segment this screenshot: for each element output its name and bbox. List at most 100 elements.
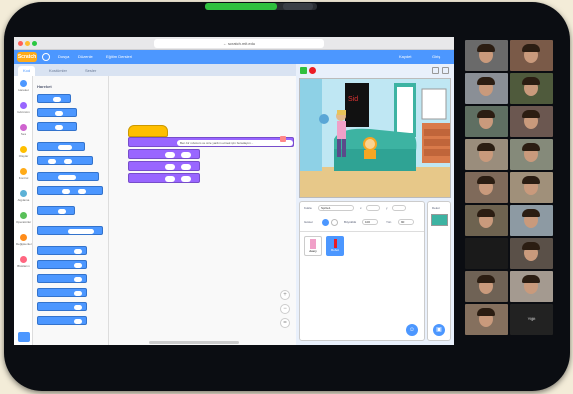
category-0[interactable]: Hareket bbox=[16, 80, 31, 97]
category-label: Görünüm bbox=[17, 110, 30, 114]
sprite-name-input[interactable]: Sprite1 bbox=[318, 205, 354, 211]
participant-video-tile[interactable] bbox=[510, 40, 553, 71]
participant-hair bbox=[477, 275, 495, 283]
address-bar[interactable]: ← scratch.mit.edu bbox=[154, 39, 324, 48]
stage-canvas[interactable]: Sid bbox=[299, 78, 451, 198]
participant-video-tile[interactable] bbox=[510, 205, 553, 236]
menu-save[interactable]: Kaydet bbox=[399, 54, 411, 60]
palette-block[interactable] bbox=[37, 288, 87, 297]
palette-block[interactable] bbox=[37, 122, 77, 131]
stop-share-button[interactable] bbox=[283, 3, 313, 10]
participant-video-tile[interactable] bbox=[465, 73, 508, 104]
zoom-in-button[interactable]: + bbox=[280, 290, 290, 300]
fullscreen-icon[interactable] bbox=[442, 67, 449, 74]
menu-file[interactable]: Dosya bbox=[58, 54, 69, 60]
participant-video-tile[interactable] bbox=[510, 106, 553, 137]
say-text-field[interactable]: Ben bir robotum ve size yardım etmek içi… bbox=[177, 140, 293, 146]
y-input[interactable] bbox=[392, 205, 406, 211]
participant-video-tile[interactable] bbox=[465, 40, 508, 71]
tab-code[interactable]: Kod bbox=[18, 66, 36, 76]
participant-video-tile[interactable] bbox=[510, 73, 553, 104]
category-1[interactable]: Görünüm bbox=[16, 102, 31, 119]
small-stage-icon[interactable] bbox=[432, 67, 439, 74]
category-label: Olaylar bbox=[18, 154, 29, 158]
participant-video-tile[interactable] bbox=[465, 172, 508, 203]
palette-block[interactable] bbox=[37, 186, 103, 195]
add-extension-button[interactable] bbox=[18, 332, 30, 342]
show-visible-icon[interactable] bbox=[322, 219, 329, 226]
category-dot-icon bbox=[20, 102, 27, 109]
palette-block[interactable] bbox=[37, 172, 99, 181]
participant-video-tile[interactable] bbox=[465, 304, 508, 335]
say-block[interactable]: Ben bir robotum ve size yardım etmek içi… bbox=[128, 137, 294, 147]
participant-video-tile[interactable] bbox=[465, 106, 508, 137]
direction-input[interactable]: 90 bbox=[398, 219, 414, 225]
participant-hair bbox=[477, 77, 495, 85]
palette-block[interactable] bbox=[37, 142, 85, 151]
menu-edit[interactable]: Düzenle bbox=[78, 54, 93, 60]
participant-video-tile[interactable] bbox=[510, 172, 553, 203]
looks-block[interactable] bbox=[128, 161, 200, 171]
category-4[interactable]: Kontrol bbox=[16, 168, 31, 185]
scratch-logo[interactable]: Scratch bbox=[17, 52, 37, 62]
participant-video-tile[interactable] bbox=[510, 139, 553, 170]
svg-text:Sid: Sid bbox=[348, 96, 358, 103]
hide-icon[interactable] bbox=[331, 219, 338, 226]
category-8[interactable]: Bloklarım bbox=[16, 256, 31, 273]
when-flag-clicked-block[interactable] bbox=[128, 125, 168, 137]
backdrop-thumb[interactable] bbox=[431, 214, 448, 226]
script-area[interactable]: Ben bir robotum ve size yardım etmek içi… bbox=[109, 76, 296, 345]
backdrop-label: Dekor bbox=[432, 206, 441, 210]
palette-block[interactable] bbox=[37, 156, 93, 165]
looks-block[interactable] bbox=[128, 149, 200, 159]
category-5[interactable]: Algılama bbox=[16, 190, 31, 207]
palette-block[interactable] bbox=[37, 274, 87, 283]
x-input[interactable] bbox=[366, 205, 380, 211]
palette-block[interactable] bbox=[37, 206, 75, 215]
minimize-window-icon[interactable] bbox=[25, 41, 30, 46]
participant-hair bbox=[522, 110, 540, 118]
maximize-window-icon[interactable] bbox=[32, 41, 37, 46]
category-7[interactable]: Değişkenler bbox=[16, 234, 32, 251]
participant-hair bbox=[522, 44, 540, 52]
sprite-thumb-robot[interactable]: Robot bbox=[326, 236, 344, 256]
menu-tutorials[interactable]: Eğitim Dersleri bbox=[106, 54, 132, 60]
palette-block[interactable] bbox=[37, 316, 87, 325]
zoom-share-bar bbox=[205, 3, 317, 10]
close-window-icon[interactable] bbox=[18, 41, 23, 46]
category-3[interactable]: Olaylar bbox=[16, 146, 31, 163]
size-input[interactable]: 100 bbox=[362, 219, 378, 225]
globe-icon[interactable] bbox=[42, 53, 50, 61]
category-2[interactable]: Ses bbox=[16, 124, 31, 141]
participant-hair bbox=[522, 242, 540, 250]
horizontal-scrollbar[interactable] bbox=[149, 341, 239, 344]
add-backdrop-button[interactable]: ▣ bbox=[433, 324, 445, 336]
palette-block[interactable] bbox=[37, 108, 77, 117]
participant-video-tile[interactable]: Yiğit bbox=[510, 304, 553, 335]
zoom-reset-button[interactable]: = bbox=[280, 318, 290, 328]
palette-block[interactable] bbox=[37, 246, 87, 255]
tab-sounds[interactable]: Sesler bbox=[80, 66, 101, 76]
category-6[interactable]: Operatörler bbox=[16, 212, 31, 229]
participant-video-tile[interactable] bbox=[510, 271, 553, 302]
green-flag-button[interactable] bbox=[300, 67, 307, 74]
looks-block[interactable] bbox=[128, 173, 200, 183]
share-indicator bbox=[205, 3, 277, 10]
stop-button[interactable] bbox=[309, 67, 316, 74]
zoom-out-button[interactable]: − bbox=[280, 304, 290, 314]
participant-video-tile[interactable] bbox=[465, 271, 508, 302]
participant-hair bbox=[477, 44, 495, 52]
participant-video-tile[interactable] bbox=[465, 139, 508, 170]
palette-block[interactable] bbox=[37, 302, 87, 311]
palette-block[interactable] bbox=[37, 260, 87, 269]
add-sprite-button[interactable]: ☺ bbox=[406, 324, 418, 336]
category-label: Algılama bbox=[17, 198, 30, 202]
sprite-thumb-avery[interactable]: Avery bbox=[304, 236, 322, 256]
tab-costumes[interactable]: Kostümler bbox=[44, 66, 72, 76]
menu-sign-in[interactable]: Giriş bbox=[432, 54, 440, 60]
participant-video-tile[interactable] bbox=[465, 205, 508, 236]
participant-video-tile[interactable] bbox=[465, 238, 508, 269]
participant-video-tile[interactable] bbox=[510, 238, 553, 269]
palette-block[interactable] bbox=[37, 226, 103, 235]
palette-block[interactable] bbox=[37, 94, 71, 103]
